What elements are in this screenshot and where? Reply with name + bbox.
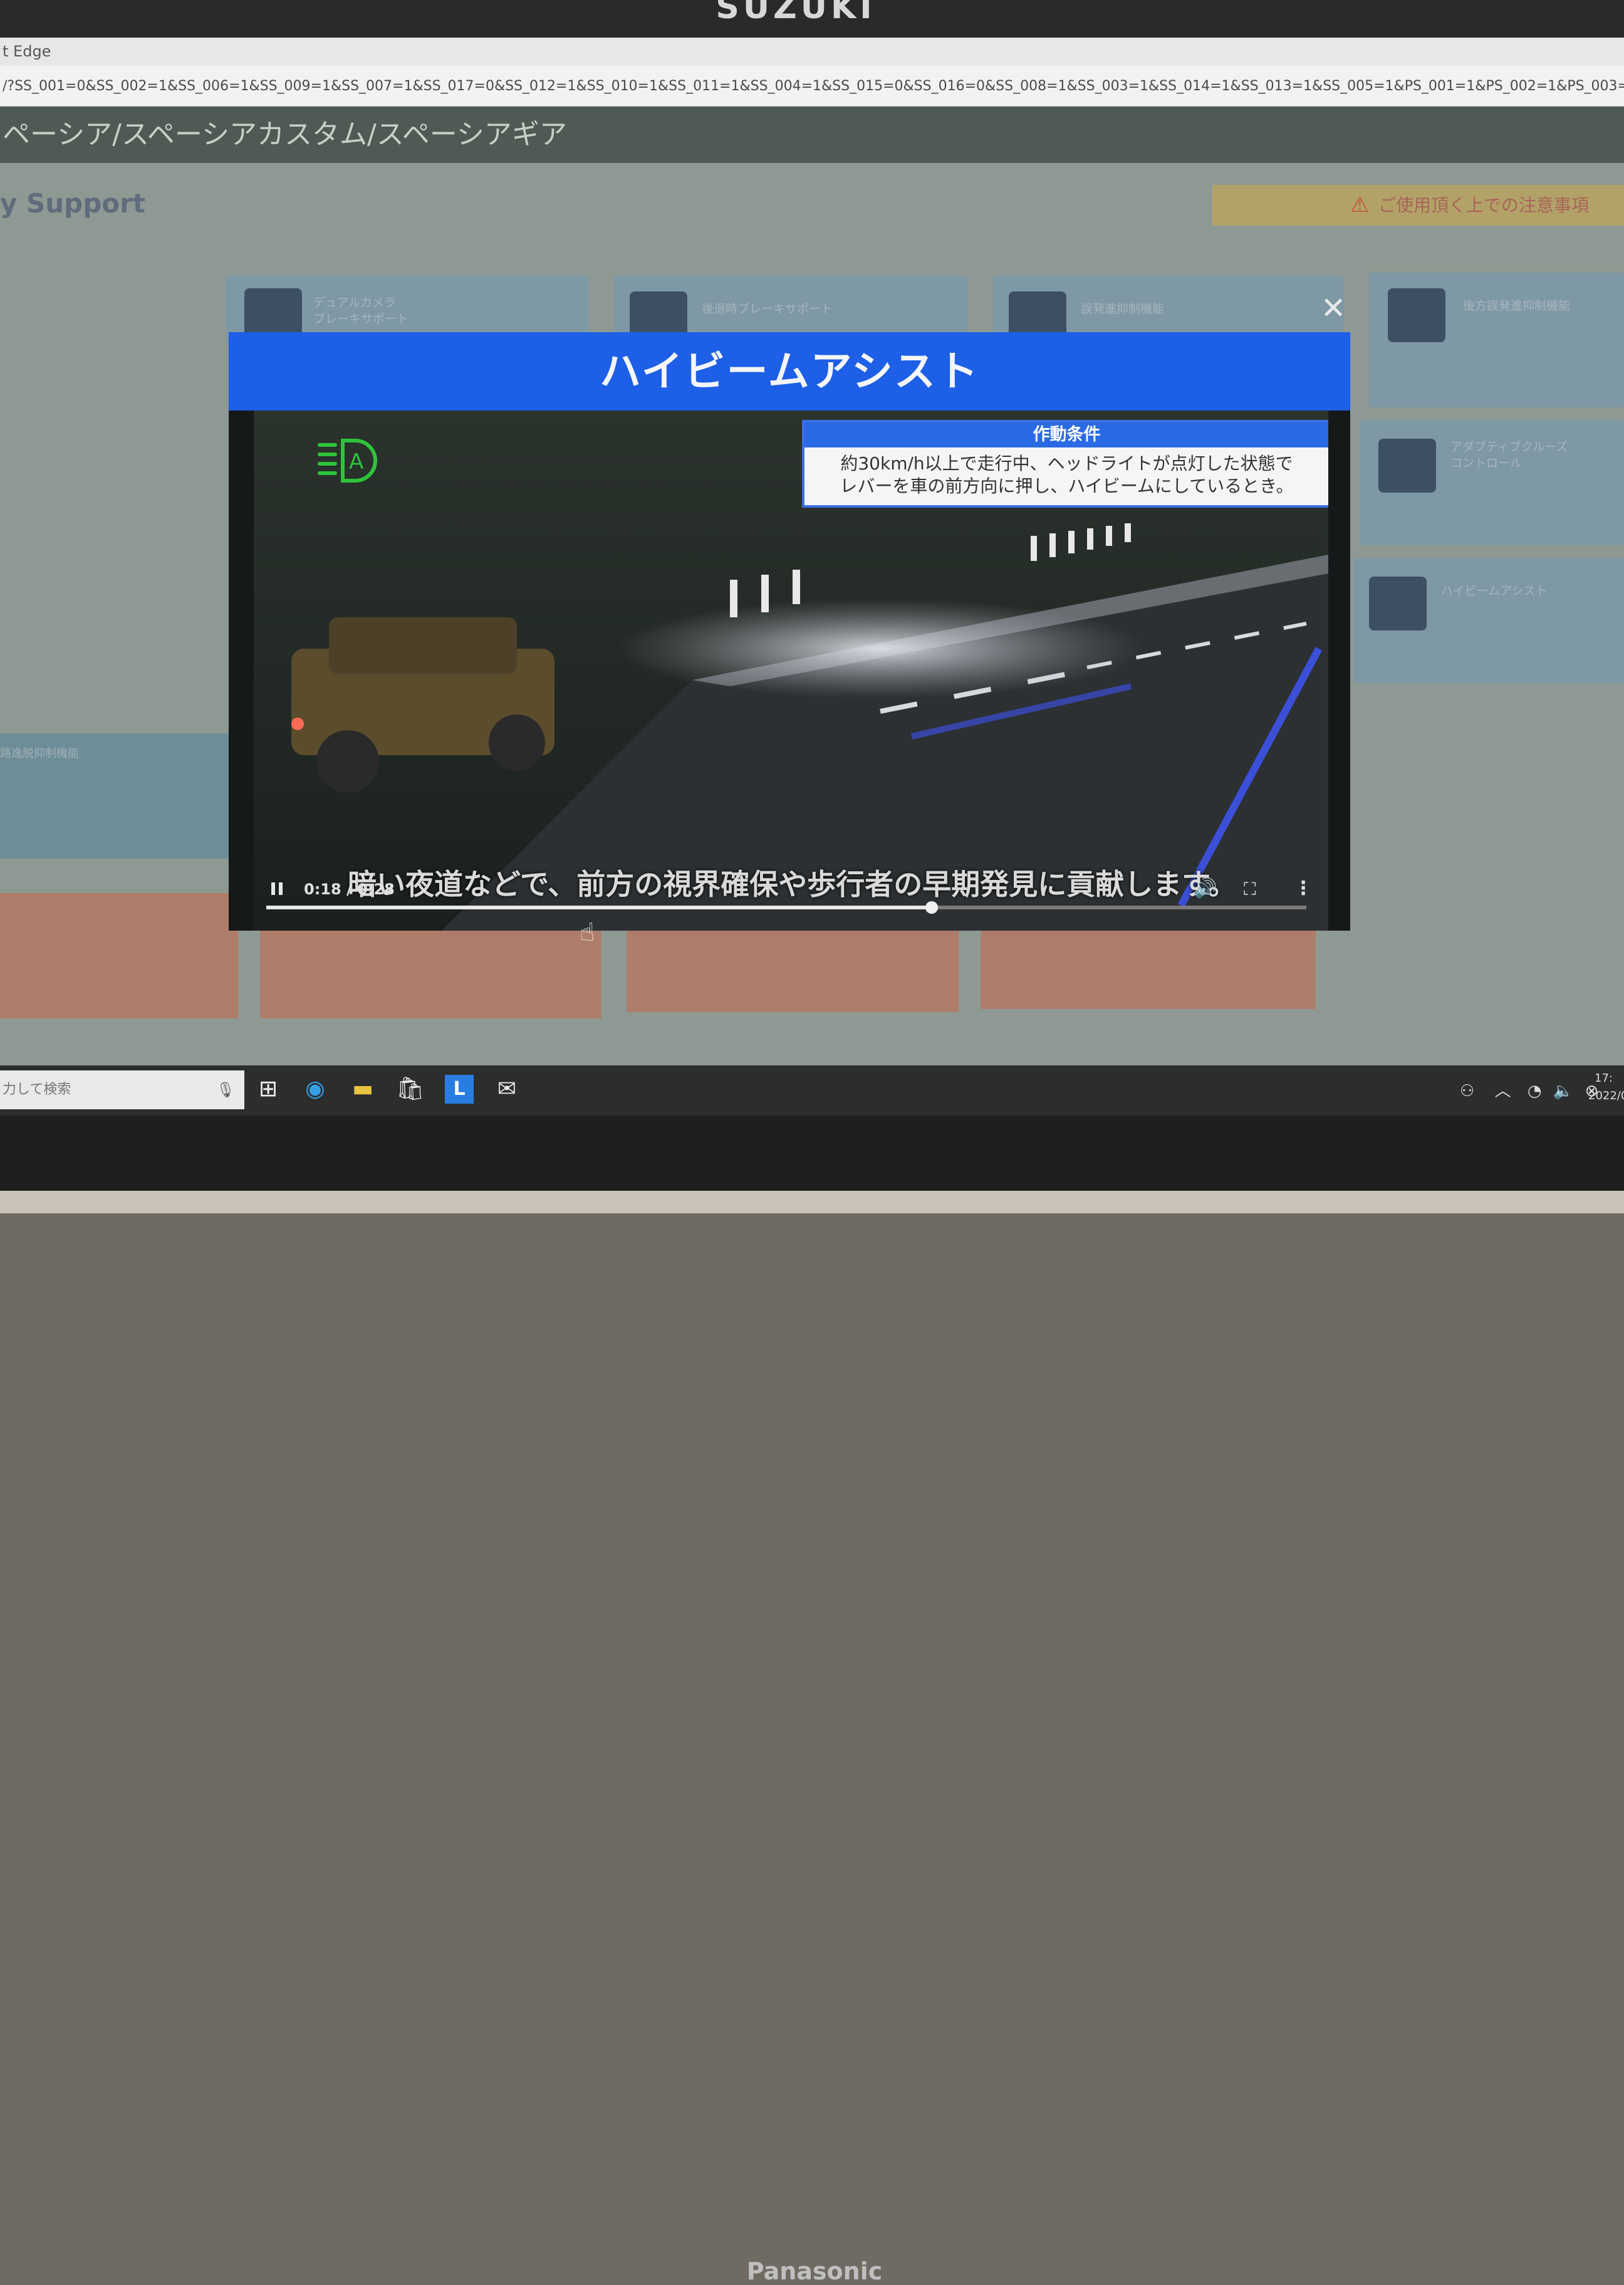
card-label: ハイビームアシスト	[1441, 584, 1548, 598]
pause-button[interactable]	[271, 876, 289, 897]
feature-card-acc[interactable]: アダプティブクルーズ コントロール	[1360, 420, 1624, 545]
taskbar-search[interactable]: 力して検索 🎙	[0, 1070, 244, 1109]
card-label: 後方誤発進抑制機能	[1463, 299, 1571, 313]
clock-time: 17:	[1595, 1072, 1613, 1085]
store-icon[interactable]: 🛍	[396, 1075, 425, 1104]
warning-icon: ⚠	[1350, 192, 1370, 217]
pause-icon	[279, 882, 283, 895]
acc-icon	[1378, 439, 1436, 493]
desk-surface	[0, 1191, 1624, 1213]
file-explorer-icon[interactable]: ▬	[348, 1075, 377, 1104]
browser-title-bar: t Edge	[0, 38, 1624, 66]
fullscreen-icon[interactable]: ⛶	[1244, 879, 1256, 900]
mic-icon[interactable]: 🎙	[216, 1070, 235, 1109]
warning-text: ご使用頂く上での注意事項	[1378, 195, 1590, 216]
rear-misacceleration-icon	[1388, 288, 1445, 342]
more-options-icon[interactable]: ⋮	[1294, 877, 1313, 899]
mouse-cursor-icon: ☝	[580, 918, 595, 947]
section-title: y Support	[0, 188, 145, 219]
condition-line: 約30km/h以上で走行中、ヘッドライトが点灯した状態で	[840, 453, 1293, 474]
edge-icon[interactable]: ◉	[301, 1075, 330, 1104]
modal-title: ハイビームアシスト	[229, 332, 1350, 410]
close-icon[interactable]: ✕	[1321, 293, 1346, 323]
taskbar: 力して検索 🎙 ⊞ ◉ ▬ 🛍 L ✉ ⚇ ︿ ◔ 🔈 ⊗ 17: 2022/0	[0, 1065, 1624, 1116]
high-beam-auto-icon	[1369, 577, 1427, 630]
operating-condition-box: 作動条件 約30km/h以上で走行中、ヘッドライトが点灯した状態で レバーを車の…	[802, 420, 1328, 508]
svg-text:A: A	[349, 449, 363, 474]
system-tray[interactable]: ⚇ ︿ ◔ 🔈 ⊗	[1460, 1078, 1598, 1101]
card-label: 後退時ブレーキサポート	[702, 302, 833, 316]
feature-card-high-beam-assist[interactable]: ハイビームアシスト	[1353, 558, 1624, 683]
left-feature-label: 路逸脱抑制機能	[0, 747, 79, 760]
url-text: /?SS_001=0&SS_002=1&SS_006=1&SS_009=1&SS…	[3, 78, 1624, 94]
network-icon[interactable]: ◔	[1528, 1082, 1542, 1101]
feature-card-rear-misacceleration[interactable]: 後方誤発進抑制機能	[1369, 273, 1624, 407]
warning-banner[interactable]: ⚠ ご使用頂く上での注意事項	[1212, 185, 1624, 226]
chevron-up-icon[interactable]: ︿	[1495, 1082, 1511, 1101]
page-header: ペーシア/スペーシアカスタム/スペーシアギア	[0, 107, 1624, 163]
video-controls: 0:18 / 0:28 🔊 ⛶ ⋮	[254, 871, 1328, 909]
volume-icon[interactable]: 🔊	[1194, 877, 1217, 899]
card-label: 誤発進抑制機能	[1081, 302, 1165, 316]
high-beam-assist-icon: A	[318, 439, 377, 483]
app-l-icon[interactable]: L	[445, 1075, 474, 1104]
mail-icon[interactable]: ✉	[492, 1075, 521, 1104]
clock-date: 2022/0	[1588, 1089, 1624, 1102]
monitor-top-brand: SUZUKI	[716, 0, 876, 26]
task-view-icon[interactable]: ⊞	[254, 1075, 283, 1104]
time-display: 0:18 / 0:28	[304, 881, 395, 898]
video-modal: ハイビームアシスト A 作動条件 約30km/h以上で走行中、ヘッドライトが点灯…	[229, 332, 1350, 931]
card-label: アダプティブクルーズ コントロール	[1450, 440, 1568, 470]
monitor-brand: Panasonic	[746, 2257, 883, 2285]
screen: t Edge /?SS_001=0&SS_002=1&SS_006=1&SS_0…	[0, 38, 1624, 1116]
progress-fill	[266, 906, 932, 909]
search-placeholder: 力して検索	[3, 1082, 71, 1097]
card-label: デュアルカメラ ブレーキサポート	[313, 296, 409, 326]
monitor-bezel-top: SUZUKI	[0, 0, 1624, 38]
people-icon[interactable]: ⚇	[1460, 1082, 1474, 1101]
progress-bar[interactable]	[266, 901, 1306, 914]
speaker-icon[interactable]: 🔈	[1553, 1082, 1573, 1101]
condition-title: 作動条件	[804, 422, 1328, 447]
pause-icon	[271, 882, 275, 895]
left-orange-card	[0, 893, 238, 1018]
address-bar[interactable]: /?SS_001=0&SS_002=1&SS_006=1&SS_009=1&SS…	[0, 66, 1624, 107]
browser-title: t Edge	[3, 43, 51, 60]
video-player[interactable]: A 作動条件 約30km/h以上で走行中、ヘッドライトが点灯した状態で レバーを…	[254, 410, 1328, 931]
condition-line: レバーを車の前方向に押し、ハイビームにしているとき。	[840, 476, 1294, 496]
condition-text: 約30km/h以上で走行中、ヘッドライトが点灯した状態で レバーを車の前方向に押…	[804, 452, 1328, 498]
